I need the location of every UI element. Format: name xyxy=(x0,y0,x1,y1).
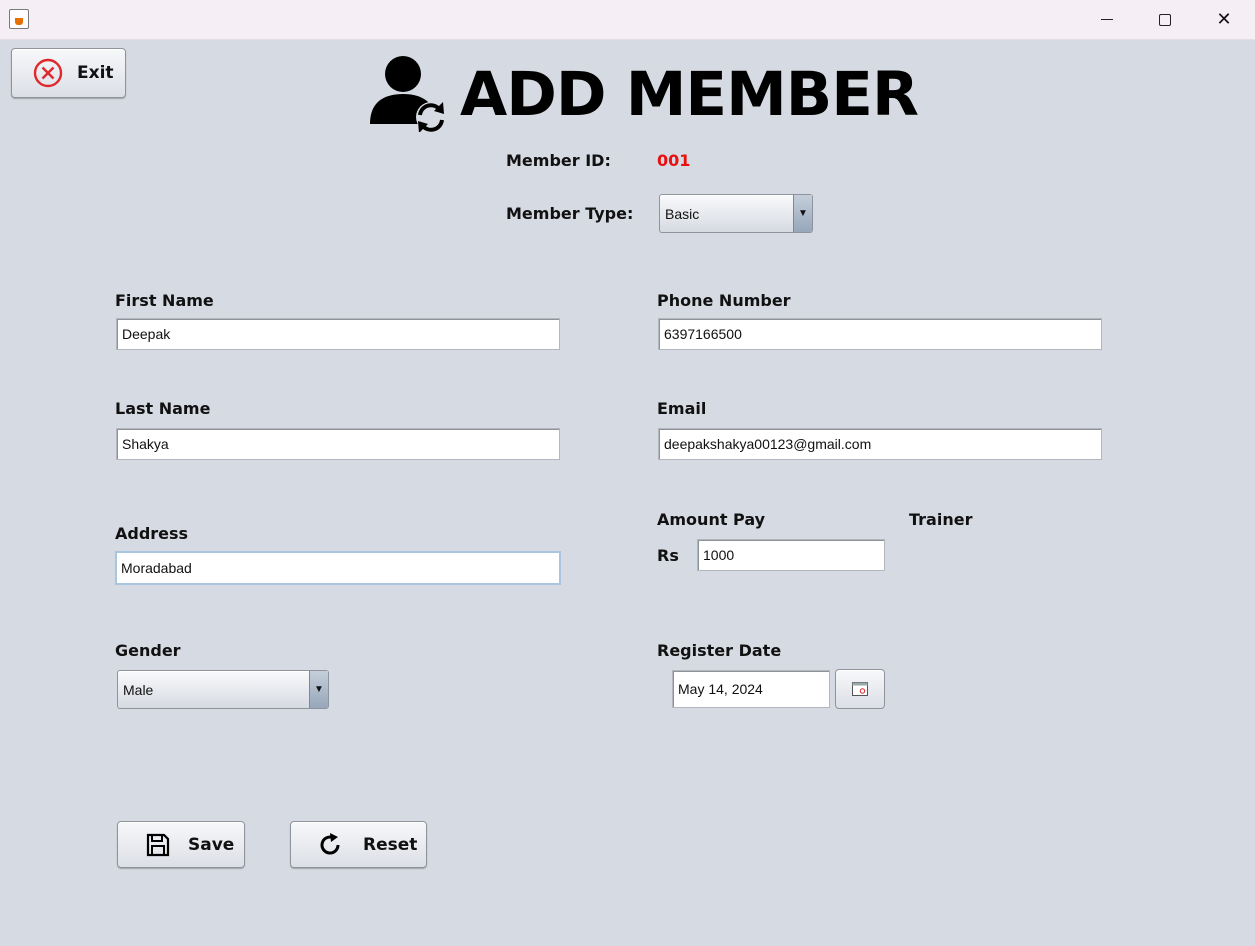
save-button[interactable]: Save xyxy=(117,821,245,868)
page-title: ADD MEMBER xyxy=(460,59,919,130)
member-type-value: Basic xyxy=(665,205,700,222)
first-name-label: First Name xyxy=(115,291,214,310)
gender-value: Male xyxy=(123,681,154,698)
chevron-down-icon[interactable]: ▼ xyxy=(309,671,328,708)
phone-label: Phone Number xyxy=(657,291,791,310)
save-label: Save xyxy=(188,834,235,855)
member-type-label: Member Type: xyxy=(506,204,634,223)
exit-label: Exit xyxy=(77,63,114,83)
reset-button[interactable]: Reset xyxy=(290,821,427,868)
gender-select[interactable]: Male ▼ xyxy=(117,670,329,709)
java-app-icon xyxy=(9,9,29,29)
amount-pay-label: Amount Pay xyxy=(657,510,766,529)
member-id-value: 001 xyxy=(657,151,691,170)
user-refresh-icon xyxy=(370,56,446,132)
register-date-field[interactable] xyxy=(672,670,830,708)
exit-button[interactable]: Exit xyxy=(11,48,126,98)
minimize-button[interactable] xyxy=(1078,0,1136,39)
member-id-label: Member ID: xyxy=(506,151,611,170)
reset-label: Reset xyxy=(363,834,418,855)
address-label: Address xyxy=(115,524,189,543)
currency-label: Rs xyxy=(657,546,679,565)
calendar-icon xyxy=(852,682,868,696)
close-button[interactable]: ✕ xyxy=(1195,0,1253,39)
address-field[interactable] xyxy=(115,551,561,585)
maximize-icon xyxy=(1159,13,1171,26)
trainer-label: Trainer xyxy=(909,510,973,529)
email-field[interactable] xyxy=(658,428,1102,460)
last-name-field[interactable] xyxy=(116,428,560,460)
floppy-disk-icon xyxy=(146,833,170,856)
register-date-label: Register Date xyxy=(657,641,782,660)
gender-label: Gender xyxy=(115,641,181,660)
phone-field[interactable] xyxy=(658,318,1102,350)
minimize-icon xyxy=(1101,19,1113,20)
amount-field[interactable] xyxy=(697,539,885,571)
maximize-button[interactable] xyxy=(1136,0,1194,39)
date-picker-button[interactable] xyxy=(835,669,885,709)
first-name-field[interactable] xyxy=(116,318,560,350)
chevron-down-icon[interactable]: ▼ xyxy=(793,195,812,232)
close-circle-icon xyxy=(33,58,63,88)
email-label: Email xyxy=(657,399,707,418)
member-type-select[interactable]: Basic ▼ xyxy=(659,194,813,233)
last-name-label: Last Name xyxy=(115,399,211,418)
window-titlebar: ✕ xyxy=(0,0,1255,40)
close-icon: ✕ xyxy=(1216,9,1232,30)
refresh-icon xyxy=(320,832,340,854)
